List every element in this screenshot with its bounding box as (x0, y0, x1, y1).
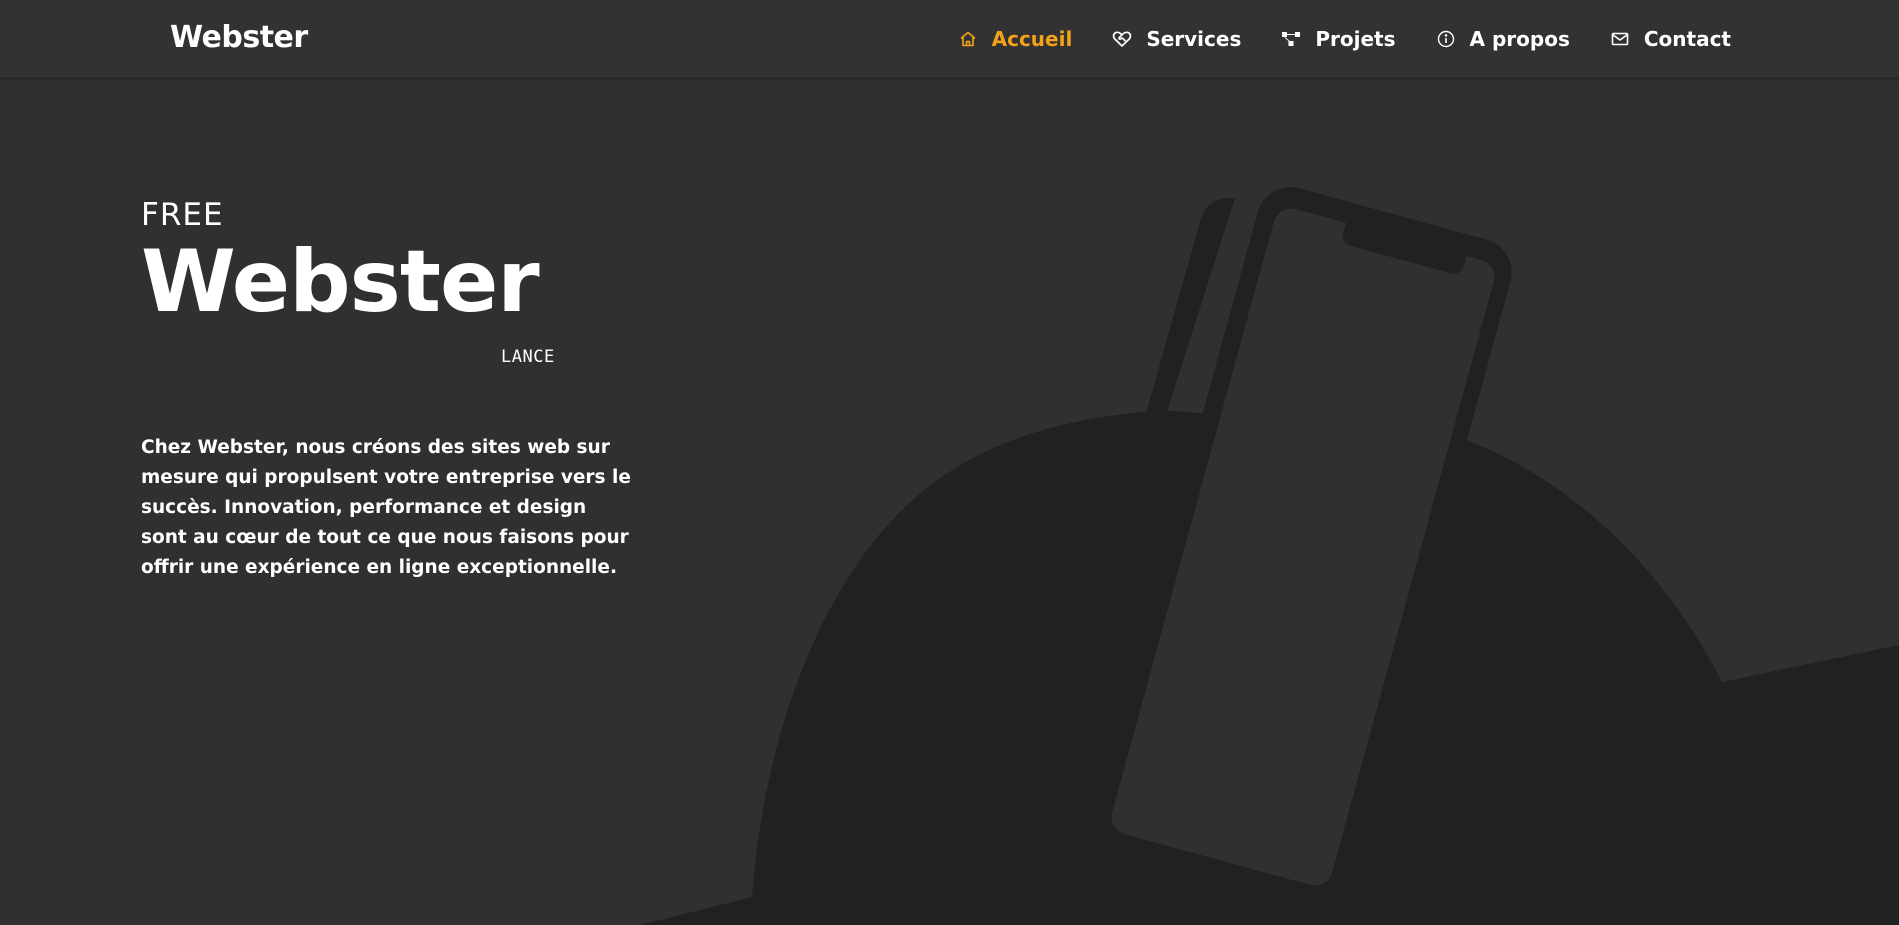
nav-item-contact[interactable]: Contact (1610, 27, 1731, 51)
nav-label-a-propos: A propos (1469, 27, 1570, 51)
home-icon (958, 29, 978, 49)
main-nav: Accueil Services Projets A propos Contac… (958, 22, 1731, 56)
top-navbar: Webster Accueil Services Projets A propo… (0, 0, 1899, 78)
nav-label-contact: Contact (1643, 27, 1731, 51)
hero-suffix: LANCE (501, 347, 555, 367)
nav-item-projets[interactable]: Projets (1281, 27, 1396, 51)
hero-title: Webster (141, 232, 540, 332)
hero-pre-title: FREE (141, 197, 224, 233)
hierarchy-icon (1281, 29, 1301, 49)
nav-label-accueil: Accueil (991, 27, 1073, 51)
mail-icon (1610, 29, 1630, 49)
nav-label-projets: Projets (1315, 27, 1396, 51)
nav-item-a-propos[interactable]: A propos (1436, 27, 1570, 51)
hero-heading: FREE Webster LANCE (141, 197, 554, 368)
page: Webster Accueil Services Projets A propo… (0, 0, 1899, 925)
heart-handshake-icon (1112, 29, 1132, 49)
hero-description: Chez Webster, nous créons des sites web … (141, 437, 631, 578)
brand-logo[interactable]: Webster (170, 20, 308, 55)
info-icon (1436, 29, 1456, 49)
nav-item-accueil[interactable]: Accueil (958, 27, 1073, 51)
nav-item-services[interactable]: Services (1112, 27, 1241, 51)
nav-label-services: Services (1146, 27, 1242, 51)
